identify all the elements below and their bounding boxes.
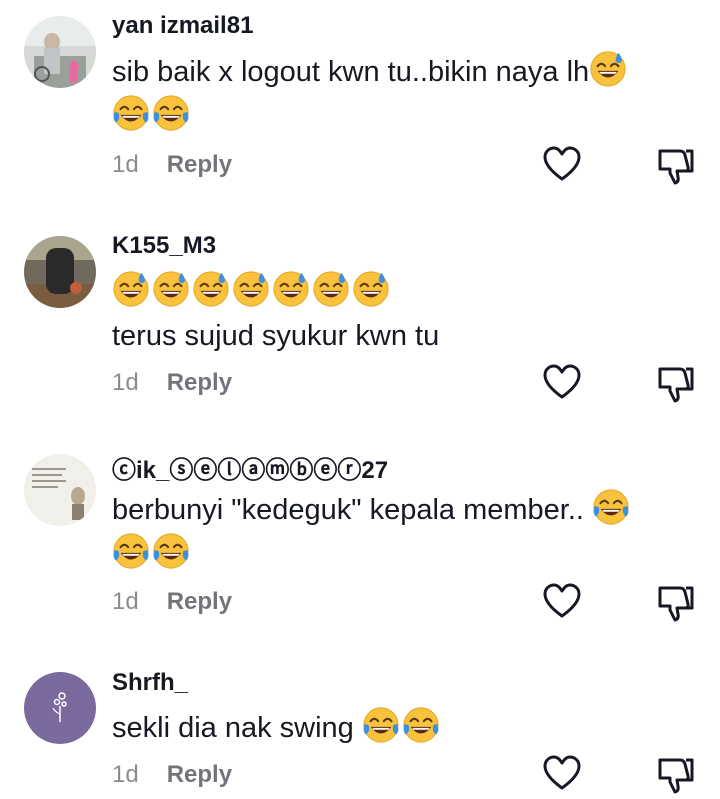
- joy-emoji-icon: [112, 532, 150, 570]
- sweat-smile-emoji-icon: [192, 270, 230, 308]
- comment-text-content: terus sujud syukur kwn tu: [112, 320, 440, 352]
- user-avatar[interactable]: [24, 236, 96, 308]
- sweat-smile-emoji-icon: [589, 50, 627, 88]
- reply-button[interactable]: Reply: [167, 588, 232, 615]
- user-avatar[interactable]: [24, 16, 96, 88]
- comment-time: 1d: [112, 369, 139, 396]
- dislike-button[interactable]: [656, 582, 696, 622]
- joy-emoji-icon: [152, 532, 190, 570]
- thumbs-down-icon: [656, 363, 696, 403]
- heart-icon: [542, 754, 582, 794]
- thumbs-down-icon: [656, 582, 696, 622]
- reply-button[interactable]: Reply: [167, 761, 232, 788]
- joy-emoji-icon: [152, 94, 190, 132]
- sweat-smile-emoji-icon: [272, 270, 310, 308]
- joy-emoji-icon: [362, 706, 400, 744]
- comment-time: 1d: [112, 151, 139, 178]
- like-button[interactable]: [542, 145, 582, 185]
- user-avatar[interactable]: [24, 454, 96, 526]
- sweat-smile-emoji-icon: [112, 270, 150, 308]
- comment-text-content: sekli dia nak swing: [112, 712, 354, 744]
- comment-username[interactable]: ⓒik_ⓢⓔⓛⓐⓜⓑⓔⓡ27: [112, 450, 388, 485]
- comment-text-content: sib baik x logout kwn tu..bikin naya lh: [112, 56, 590, 88]
- dislike-button[interactable]: [656, 145, 696, 185]
- sweat-smile-emoji-icon: [232, 270, 270, 308]
- comment-text: sib baik x logout kwn tu..bikin naya lh: [112, 50, 680, 138]
- comment-text: terus sujud syukur kwn tu: [112, 270, 680, 358]
- heart-icon: [542, 145, 582, 185]
- heart-icon: [542, 363, 582, 403]
- comment-text-content: berbunyi "kedeguk" kepala member..: [112, 494, 584, 526]
- sweat-smile-emoji-icon: [152, 270, 190, 308]
- sweat-smile-emoji-icon: [312, 270, 350, 308]
- comment-time: 1d: [112, 761, 139, 788]
- thumbs-down-icon: [656, 145, 696, 185]
- flower-avatar-icon: [24, 672, 96, 744]
- comment-username[interactable]: Shrfh_: [112, 669, 188, 697]
- photo-avatar-icon: [24, 16, 96, 88]
- comment-meta: 1d Reply: [112, 588, 232, 616]
- photo-avatar-icon: [24, 454, 96, 526]
- user-avatar[interactable]: [24, 672, 96, 744]
- comment-time: 1d: [112, 588, 139, 615]
- comment-text: berbunyi "kedeguk" kepala member..: [112, 488, 680, 576]
- like-button[interactable]: [542, 582, 582, 622]
- sweat-smile-emoji-icon: [352, 270, 390, 308]
- joy-emoji-icon: [402, 706, 440, 744]
- joy-emoji-icon: [112, 94, 150, 132]
- like-button[interactable]: [542, 754, 582, 794]
- reply-button[interactable]: Reply: [167, 369, 232, 396]
- dislike-button[interactable]: [656, 363, 696, 403]
- like-button[interactable]: [542, 363, 582, 403]
- comment-meta: 1d Reply: [112, 151, 232, 179]
- dislike-button[interactable]: [656, 754, 696, 794]
- thumbs-down-icon: [656, 754, 696, 794]
- reply-button[interactable]: Reply: [167, 151, 232, 178]
- comment-username[interactable]: K155_M3: [112, 232, 216, 260]
- comment-meta: 1d Reply: [112, 761, 232, 789]
- comment-username[interactable]: yan izmail81: [112, 12, 253, 40]
- comment-meta: 1d Reply: [112, 369, 232, 397]
- joy-emoji-icon: [592, 488, 630, 526]
- heart-icon: [542, 582, 582, 622]
- comment-text: sekli dia nak swing: [112, 706, 680, 750]
- photo-avatar-icon: [24, 236, 96, 308]
